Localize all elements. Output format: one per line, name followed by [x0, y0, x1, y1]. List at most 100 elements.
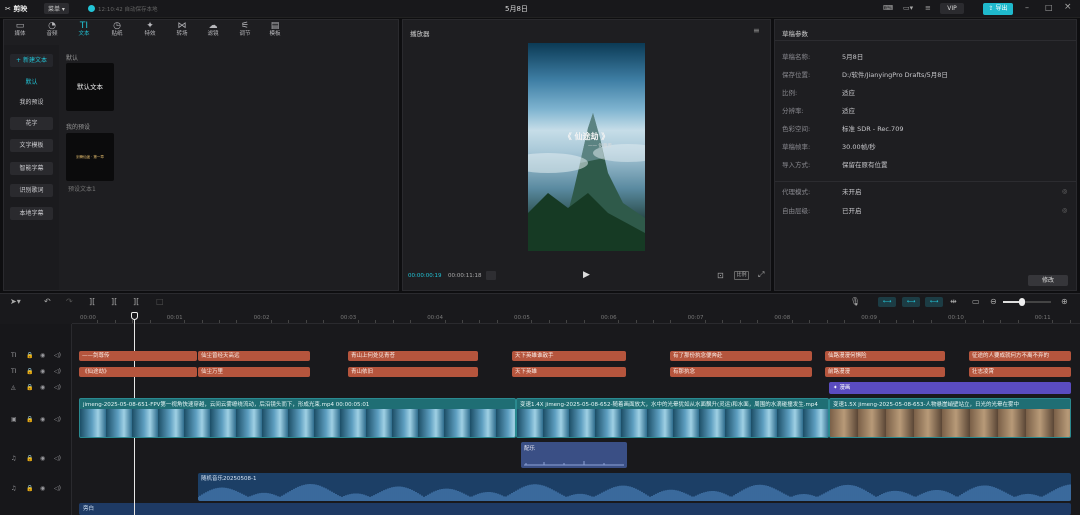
- tab-filter[interactable]: ☁ 滤镜: [202, 21, 224, 38]
- video-clip[interactable]: 变速1.5X jimeng-2025-05-08-653-人物悬崖峭壁站立，日光…: [829, 398, 1071, 438]
- mute-icon[interactable]: ◁): [54, 416, 61, 423]
- maximize-icon[interactable]: □: [1045, 3, 1053, 12]
- layout-icon[interactable]: ▭▾: [903, 4, 913, 12]
- lock-icon[interactable]: 🔒: [26, 485, 33, 492]
- minimize-icon[interactable]: –: [1025, 3, 1029, 12]
- voiceover-clip[interactable]: 旁白: [79, 503, 1071, 515]
- text-clip[interactable]: 征途的人要成就何方不离不弃的: [969, 351, 1071, 361]
- text-clip[interactable]: 仙尘万里: [198, 367, 310, 377]
- default-text-card[interactable]: 默认文本: [66, 63, 114, 111]
- visibility-icon[interactable]: ◉: [40, 485, 45, 492]
- text-clip[interactable]: 有那执念: [670, 367, 812, 377]
- tab-adjust[interactable]: ⚟ 调节: [234, 21, 256, 38]
- undo-icon[interactable]: ↶: [44, 297, 51, 307]
- text-clip[interactable]: 青山依旧: [348, 367, 478, 377]
- fullscreen-icon[interactable]: ⤢: [758, 270, 764, 280]
- microphone-icon[interactable]: 🎙: [850, 297, 860, 307]
- tab-transition[interactable]: ⋈ 转场: [171, 21, 193, 38]
- redo-icon[interactable]: ↷: [66, 297, 73, 307]
- visibility-icon[interactable]: ◉: [40, 455, 45, 462]
- export-button[interactable]: ⇪ 导出: [983, 3, 1013, 15]
- layer-info-icon[interactable]: ◎: [1062, 207, 1067, 214]
- time-ruler[interactable]: [72, 312, 1080, 324]
- sidebar-item-text-templates[interactable]: 文字模板: [10, 139, 53, 152]
- sidebar-item-my-presets[interactable]: 我的预设: [10, 96, 53, 109]
- ruler-tick-label: 00:02: [253, 315, 270, 321]
- menu-button[interactable]: 菜单 ▾: [44, 3, 69, 14]
- tab-media[interactable]: ▭ 媒体: [9, 21, 31, 38]
- lock-icon[interactable]: 🔒: [26, 368, 33, 375]
- more-icon[interactable]: ≡: [925, 4, 931, 12]
- split-right-icon[interactable]: ][: [133, 297, 139, 307]
- play-icon[interactable]: ▶: [583, 270, 590, 280]
- close-icon[interactable]: ×: [1064, 2, 1072, 12]
- sidebar-item-fancy-text[interactable]: 花字: [10, 117, 53, 130]
- playhead-handle[interactable]: [131, 312, 138, 320]
- text-clip[interactable]: 前路漫漫: [825, 367, 945, 377]
- text-clip[interactable]: 仙尘曾经天高远: [198, 351, 310, 361]
- sidebar-item-smart-captions[interactable]: 智能字幕: [10, 162, 53, 175]
- preview-axis-icon[interactable]: ⇹: [950, 297, 957, 307]
- mute-icon[interactable]: ◁): [54, 352, 61, 359]
- ruler-tick-label: 00:09: [861, 315, 878, 321]
- text-clip[interactable]: 仙路漫漫何惧险: [825, 351, 945, 361]
- lock-icon[interactable]: 🔒: [26, 384, 33, 391]
- zoom-out-icon[interactable]: ⊖: [990, 297, 997, 307]
- tab-template[interactable]: ▤ 模板: [264, 21, 286, 38]
- timeline-marker-icon[interactable]: [486, 271, 496, 280]
- auto-snap-icon[interactable]: ⟷: [902, 297, 920, 307]
- visibility-icon[interactable]: ◉: [40, 416, 45, 423]
- split-left-icon[interactable]: ][: [111, 297, 117, 307]
- mute-icon[interactable]: ◁): [54, 485, 61, 492]
- zoom-in-icon[interactable]: ⊕: [1061, 297, 1068, 307]
- split-icon[interactable]: ][: [89, 297, 95, 307]
- effect-clip[interactable]: ✦ 漫画: [829, 382, 1071, 394]
- vip-button[interactable]: VIP: [940, 3, 964, 14]
- text-clip[interactable]: 《仙途劫》: [79, 367, 197, 377]
- mute-icon[interactable]: ◁): [54, 455, 61, 462]
- delete-icon[interactable]: □: [156, 297, 164, 307]
- sidebar-item-local-captions[interactable]: 本地字幕: [10, 207, 53, 220]
- tab-text[interactable]: TI 文本: [73, 21, 95, 38]
- proxy-info-icon[interactable]: ◎: [1062, 188, 1067, 195]
- text-clip[interactable]: 天下英雄: [512, 367, 626, 377]
- caption-icon[interactable]: ▭: [972, 297, 980, 307]
- modify-button[interactable]: 修改: [1028, 275, 1068, 286]
- sidebar-item-default[interactable]: 默认: [10, 76, 53, 89]
- sidebar-item-lyrics[interactable]: 识别歌词: [10, 184, 53, 197]
- main-track-magnet-icon[interactable]: ⟷: [878, 297, 896, 307]
- mute-icon[interactable]: ◁): [54, 368, 61, 375]
- visibility-icon[interactable]: ◉: [40, 368, 45, 375]
- preset-text-card[interactable]: 剑骨仙途 · 第一章: [66, 133, 114, 181]
- ratio-button[interactable]: 比例: [734, 271, 749, 280]
- player-menu-icon[interactable]: ≡: [753, 26, 760, 35]
- text-clip[interactable]: 有了那份执念便奔赴: [670, 351, 812, 361]
- video-clip[interactable]: 变速1.4X jimeng-2025-05-08-652-随着画面放大，水中的光…: [516, 398, 829, 438]
- screenshot-icon[interactable]: ⊡: [717, 271, 724, 280]
- video-clip[interactable]: jimeng-2025-05-08-651-FPV第一视角快速穿越，云间云雾缭绕…: [79, 398, 516, 438]
- text-clip[interactable]: ——剑尊传: [79, 351, 197, 361]
- lock-icon[interactable]: 🔒: [26, 455, 33, 462]
- lock-icon[interactable]: 🔒: [26, 352, 33, 359]
- mute-icon[interactable]: ◁): [54, 384, 61, 391]
- ruler-tick: [635, 320, 637, 323]
- linkage-icon[interactable]: ⟷: [925, 297, 943, 307]
- visibility-icon[interactable]: ◉: [40, 384, 45, 391]
- audio-clip-main[interactable]: 随机音乐20250508-1: [198, 473, 1071, 501]
- new-text-button[interactable]: + 新建文本: [10, 54, 53, 67]
- select-tool-icon[interactable]: ➤▾: [10, 297, 21, 307]
- tab-audio[interactable]: ◔ 音频: [41, 21, 63, 38]
- text-clip[interactable]: 壮志凌霄: [969, 367, 1071, 377]
- visibility-icon[interactable]: ◉: [40, 352, 45, 359]
- lock-icon[interactable]: 🔒: [26, 416, 33, 423]
- tab-label: 媒体: [14, 31, 26, 37]
- keyboard-icon[interactable]: ⌨: [883, 4, 893, 12]
- tab-sticker[interactable]: ◷ 贴纸: [106, 21, 128, 38]
- text-clip[interactable]: 青山上何处见青苍: [348, 351, 478, 361]
- ruler-tick: [844, 320, 845, 323]
- audio-clip-small[interactable]: 配乐: [521, 442, 627, 468]
- video-preview[interactable]: 《 仙途劫 》 —— 剑尊传: [528, 43, 645, 251]
- text-clip[interactable]: 天下英雄谁敌手: [512, 351, 626, 361]
- zoom-slider-handle[interactable]: [1019, 298, 1025, 306]
- tab-effects[interactable]: ✦ 特效: [139, 21, 161, 38]
